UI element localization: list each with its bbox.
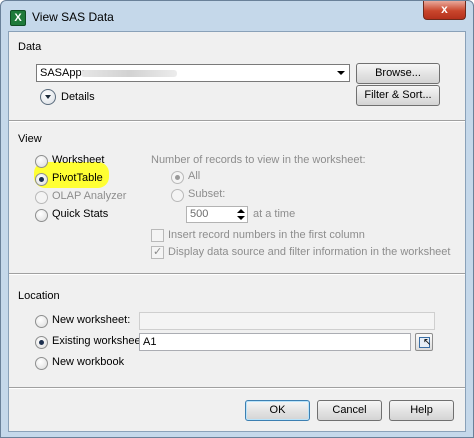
title-bar[interactable]: X View SAS Data x xyxy=(1,1,473,31)
window-title: View SAS Data xyxy=(32,10,114,24)
new-worksheet-input[interactable] xyxy=(139,312,435,330)
radio-existing-worksheet-label[interactable]: Existing worksheet: xyxy=(52,335,147,347)
cancel-button[interactable]: Cancel xyxy=(317,400,382,421)
display-source-checkbox[interactable] xyxy=(151,245,164,259)
ok-button[interactable]: OK xyxy=(245,400,310,421)
display-source-label[interactable]: Display data source and filter informati… xyxy=(168,246,450,258)
view-section-label: View xyxy=(18,133,42,145)
radio-quick-stats[interactable] xyxy=(35,209,48,222)
radio-quick-stats-label[interactable]: Quick Stats xyxy=(52,208,108,220)
existing-worksheet-value: A1 xyxy=(143,336,157,348)
radio-all-records-label[interactable]: All xyxy=(188,170,200,182)
radio-subset-records[interactable] xyxy=(171,189,184,202)
subset-count-spinner[interactable]: 500 xyxy=(186,206,248,223)
server-value: SASApp: xyxy=(40,67,85,79)
dropdown-arrow-icon[interactable] xyxy=(337,71,345,75)
location-section-label: Location xyxy=(18,290,60,302)
dialog-client-area: Data SASApp: Browse... Details Filter & … xyxy=(8,31,466,432)
footer-divider xyxy=(9,387,465,389)
radio-new-workbook[interactable] xyxy=(35,357,48,370)
radio-pivottable-label[interactable]: PivotTable xyxy=(52,172,103,184)
radio-worksheet-label[interactable]: Worksheet xyxy=(52,154,104,166)
insert-record-numbers-checkbox[interactable] xyxy=(151,229,164,242)
records-label: Number of records to view in the workshe… xyxy=(151,154,366,166)
help-button[interactable]: Help xyxy=(389,400,454,421)
radio-all-records[interactable] xyxy=(171,171,184,184)
subset-count-value: 500 xyxy=(190,208,209,220)
browse-button[interactable]: Browse... xyxy=(356,63,440,84)
at-a-time-label: at a time xyxy=(253,208,296,220)
radio-olap-analyzer[interactable] xyxy=(35,191,48,204)
radio-worksheet[interactable] xyxy=(35,155,48,168)
data-section-label: Data xyxy=(18,41,42,53)
close-icon: x xyxy=(441,2,448,16)
view-sas-data-window: X View SAS Data x Data SASApp: Browse...… xyxy=(0,0,474,438)
chevron-down-icon[interactable] xyxy=(40,89,56,105)
section-divider xyxy=(9,120,465,122)
spin-down-icon[interactable] xyxy=(237,216,245,220)
spin-up-icon[interactable] xyxy=(237,209,245,213)
close-button[interactable]: x xyxy=(423,1,466,20)
radio-existing-worksheet[interactable] xyxy=(35,336,48,349)
radio-new-workbook-label[interactable]: New workbook xyxy=(52,356,124,368)
radio-new-worksheet[interactable] xyxy=(35,315,48,328)
radio-pivottable[interactable] xyxy=(35,173,48,186)
filter-sort-button[interactable]: Filter & Sort... xyxy=(356,85,440,106)
cell-picker-icon[interactable] xyxy=(415,333,433,351)
radio-new-worksheet-label[interactable]: New worksheet: xyxy=(52,314,130,326)
server-combo[interactable]: SASApp: xyxy=(36,64,350,82)
excel-app-icon: X xyxy=(10,10,26,26)
insert-record-numbers-label[interactable]: Insert record numbers in the first colum… xyxy=(168,229,365,241)
details-toggle-label[interactable]: Details xyxy=(61,91,95,103)
radio-subset-records-label[interactable]: Subset: xyxy=(188,188,225,200)
redacted-server-name xyxy=(81,70,177,77)
radio-olap-analyzer-label[interactable]: OLAP Analyzer xyxy=(52,190,126,202)
section-divider xyxy=(9,273,465,275)
existing-worksheet-input[interactable]: A1 xyxy=(139,333,411,351)
